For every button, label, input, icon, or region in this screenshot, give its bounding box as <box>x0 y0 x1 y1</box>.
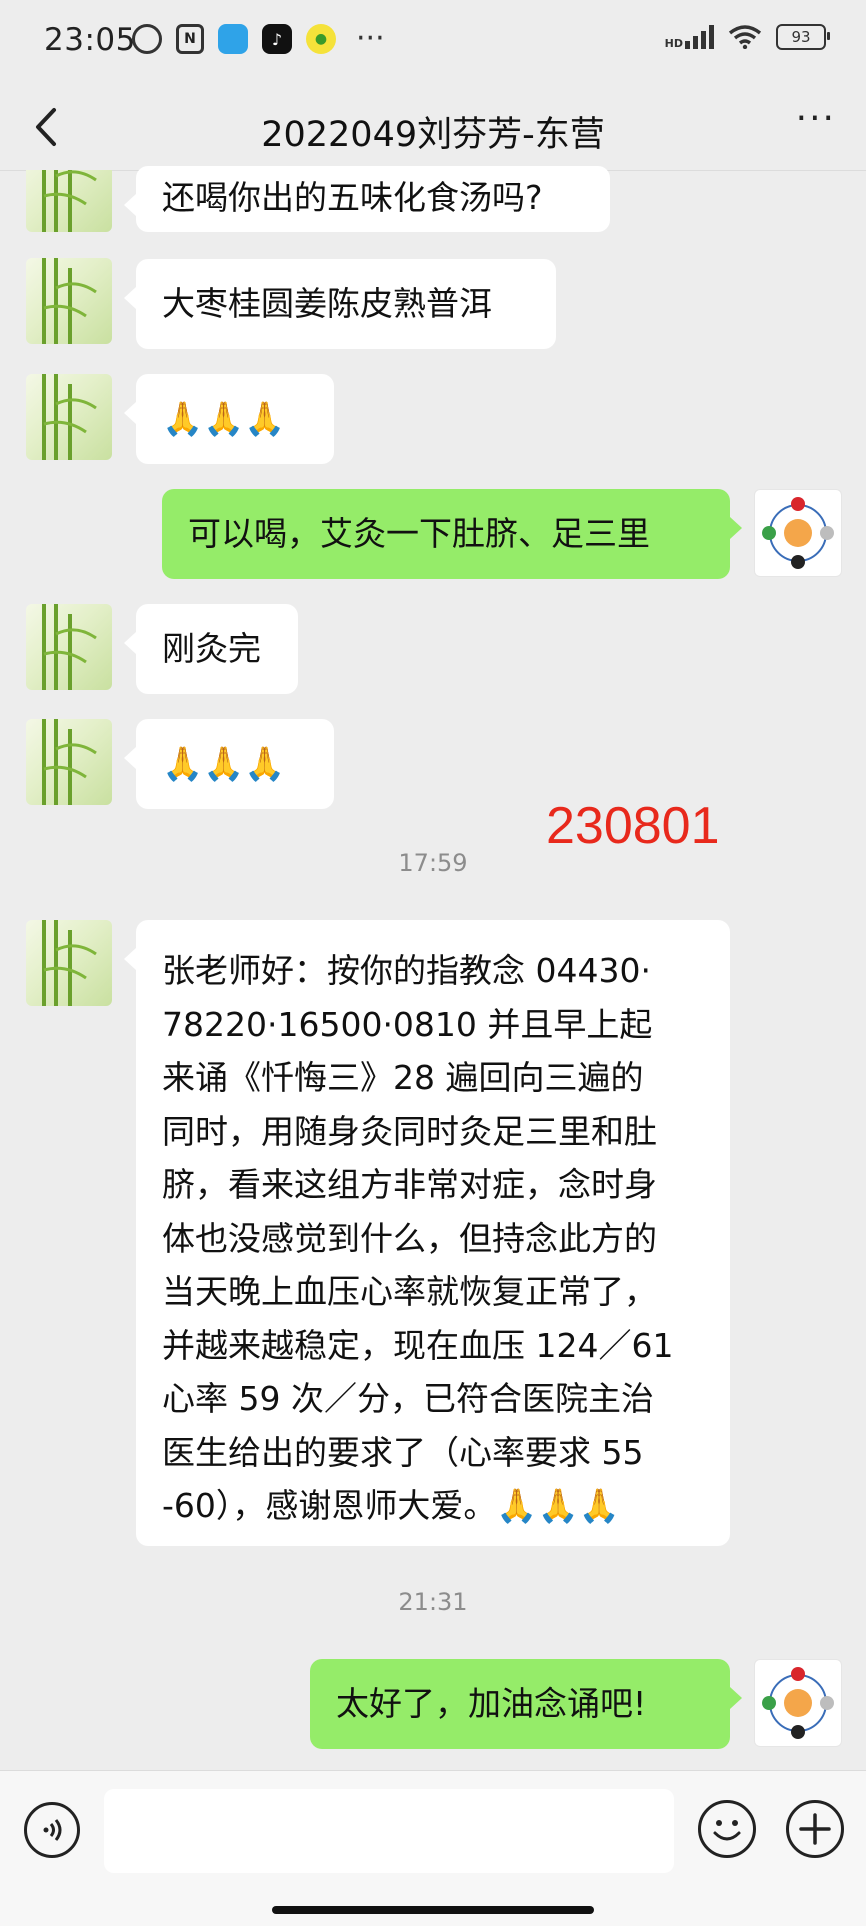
home-indicator[interactable] <box>272 1906 594 1914</box>
timestamp: 17:59 <box>398 849 468 877</box>
date-stamp: 230801 <box>546 797 720 855</box>
message-line: 来诵《忏悔三》28 遍回向三遍的 <box>162 1058 644 1097</box>
message-line: 78220·16500·0810 并且早上起 <box>162 1004 653 1044</box>
tiktok-icon: ♪ <box>262 24 292 54</box>
app-blue-icon <box>218 24 248 54</box>
message-text: 刚灸完 <box>162 629 261 668</box>
plus-icon[interactable] <box>786 1800 844 1858</box>
timestamp: 21:31 <box>398 1588 468 1616</box>
message-line: -60），感谢恩师大爱。🙏🙏🙏 <box>162 1486 620 1525</box>
chat-title: 2022049刘芬芳-东营 <box>261 115 605 155</box>
signal-icon <box>685 25 714 49</box>
message-line: 张老师好：按你的指教念 04430· <box>162 951 651 990</box>
chat-header: 2022049刘芬芳-东营 ··· <box>0 84 866 171</box>
message-bubble[interactable]: 还喝你出的五味化食汤吗? <box>124 166 610 232</box>
battery-level: 93 <box>791 28 811 46</box>
message-bubble[interactable]: 可以喝，艾灸一下肚脐、足三里 <box>162 489 742 579</box>
message-bubble[interactable]: 🙏🙏🙏 <box>124 719 334 809</box>
status-icons-left: N ♪ ● ··· <box>132 24 385 54</box>
contact-avatar[interactable] <box>26 920 112 1006</box>
message-line: 心率 59 次／分，已符合医院主治 <box>162 1379 654 1418</box>
status-more-icon: ··· <box>356 21 385 56</box>
message-text: 张老师好：按你的指教念 04430· 78220·16500·0810 并且早上… <box>162 944 673 1533</box>
my-avatar[interactable] <box>754 1659 842 1747</box>
message-bubble[interactable]: 🙏🙏🙏 <box>124 374 334 464</box>
message-bubble[interactable]: 太好了，加油念诵吧! <box>310 1659 742 1749</box>
nfc-icon: N <box>176 24 204 54</box>
more-options-icon[interactable]: ··· <box>796 98 836 139</box>
message-text: 太好了，加油念诵吧! <box>336 1684 647 1723</box>
coin-icon: ● <box>306 24 336 54</box>
message-line: 当天晚上血压心率就恢复正常了， <box>162 1272 657 1311</box>
message-text: 🙏🙏🙏 <box>162 399 286 438</box>
message-line: 脐，看来这组方非常对症，念时身 <box>162 1165 657 1204</box>
message-line: 医生给出的要求了（心率要求 55 <box>162 1432 644 1472</box>
contact-avatar[interactable] <box>26 374 112 460</box>
alarm-icon <box>132 24 162 54</box>
my-avatar[interactable] <box>754 489 842 577</box>
battery-icon: 93 <box>776 24 830 50</box>
message-input[interactable] <box>104 1789 674 1873</box>
status-time: 23:05 <box>44 22 136 58</box>
message-line: 并越来越稳定，现在血压 124／61 <box>162 1325 674 1365</box>
message-text: 大枣桂圆姜陈皮熟普洱 <box>162 284 492 323</box>
contact-avatar[interactable] <box>26 258 112 344</box>
message-line: 体也没感觉到什么，但持念此方的 <box>162 1218 657 1258</box>
input-bar <box>0 1770 866 1926</box>
status-bar: 23:05 N ♪ ● ··· HD 93 <box>0 0 866 84</box>
contact-avatar[interactable] <box>26 604 112 690</box>
contact-avatar[interactable] <box>26 719 112 805</box>
status-icons-right: HD 93 <box>664 24 830 50</box>
emoji-icon[interactable] <box>698 1800 756 1858</box>
message-bubble[interactable]: 大枣桂圆姜陈皮熟普洱 <box>124 259 556 349</box>
message-text: 还喝你出的五味化食汤吗? <box>162 178 543 217</box>
message-line: 同时，用随身灸同时灸足三里和肚 <box>162 1111 657 1151</box>
voice-icon[interactable] <box>24 1802 80 1858</box>
message-text: 🙏🙏🙏 <box>162 744 286 783</box>
wifi-icon <box>728 25 762 49</box>
network-label: HD <box>664 37 683 50</box>
message-bubble[interactable]: 刚灸完 <box>124 604 298 694</box>
message-bubble[interactable]: 张老师好：按你的指教念 04430· 78220·16500·0810 并且早上… <box>124 920 730 1546</box>
message-text: 可以喝，艾灸一下肚脐、足三里 <box>188 514 650 553</box>
